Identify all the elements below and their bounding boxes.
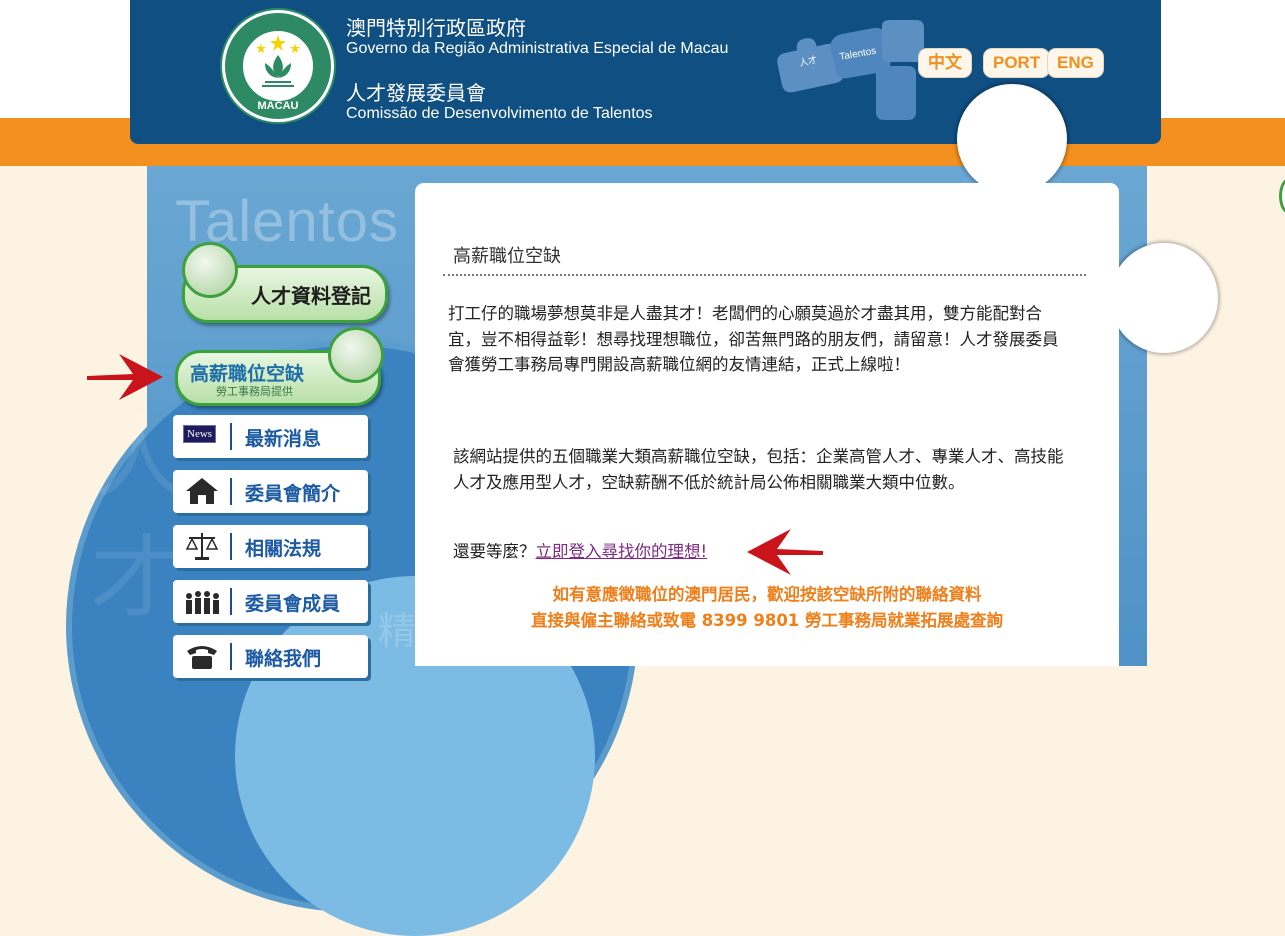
title-divider (443, 274, 1086, 276)
high-salary-jobs-label: 高薪職位空缺 (190, 363, 305, 385)
commission-name-zh: 人才發展委員會 (346, 81, 486, 105)
macau-emblem-logo[interactable]: MACAU (222, 10, 334, 122)
phone-icon (187, 646, 217, 669)
puzzle-pieces-icon: 人才 Talentos (777, 20, 924, 120)
nav-separator (230, 423, 232, 450)
nav-about-label: 委員會簡介 (245, 483, 341, 505)
lang-button-pt[interactable]: PORT (983, 48, 1051, 78)
people-icon (186, 591, 219, 614)
nav-contact[interactable]: 聯絡我們 (173, 635, 368, 678)
job-site-link[interactable]: 立即登入尋找你的理想! (536, 542, 708, 561)
intro-paragraph: 打工仔的職場夢想莫非是人盡其才！老闆們的心願莫過於才盡其用，雙方能配對合宜，豈不… (448, 304, 1059, 374)
watermark-char: 精 (378, 609, 417, 653)
main-content-panel: 高薪職位空缺 打工仔的職場夢想莫非是人盡其才！老闆們的心願莫過於才盡其用，雙方能… (415, 183, 1119, 666)
watermark-char: 人 (95, 406, 185, 511)
page-title: 高薪職位空缺 (453, 246, 561, 267)
contact-notice-line2: 直接與僱主聯絡或致電 8399 9801 勞工事務局就業拓展處查詢 (530, 611, 1004, 630)
high-salary-jobs-button[interactable]: 高薪職位空缺 勞工事務局提供 (175, 327, 384, 406)
government-name-zh: 澳門特別行政區政府 (346, 16, 526, 40)
red-arrow-icon (87, 354, 163, 400)
scales-icon (185, 533, 219, 560)
nav-contact-label: 聯絡我們 (245, 648, 322, 670)
nav-news[interactable]: News 最新消息 (173, 415, 368, 458)
call-to-action: 還要等麼？立即登入尋找你的理想! (453, 539, 707, 565)
nav-regulations[interactable]: 相關法規 (173, 525, 368, 568)
decorative-white-circle (957, 84, 1067, 194)
nav-separator (230, 533, 232, 560)
nav-members[interactable]: 委員會成員 (173, 580, 368, 623)
talent-registration-button[interactable]: 人才資料登記 (182, 242, 388, 323)
home-icon (186, 478, 218, 504)
people-icon (328, 327, 384, 383)
government-name-pt: Governo da Região Administrativa Especia… (346, 40, 729, 57)
svg-text:MACAU: MACAU (258, 100, 299, 112)
contact-notice-line1: 如有意應徵職位的澳門居民，歡迎按該空缺所附的聯絡資料 (552, 585, 982, 604)
watermark-char: 才 (90, 526, 180, 631)
nav-news-label: 最新消息 (245, 428, 322, 450)
decorative-white-circle (1110, 243, 1218, 353)
talent-registration-label: 人才資料登記 (251, 284, 371, 308)
prompt-text: 還要等麼？ (453, 542, 536, 561)
nav-separator (230, 588, 232, 615)
commission-name-pt: Comissão de Desenvolvimento de Talentos (346, 105, 653, 122)
nav-regulations-label: 相關法規 (245, 538, 322, 560)
lang-button-en[interactable]: ENG (1047, 48, 1104, 78)
lang-button-zh[interactable]: 中文 (918, 48, 972, 78)
decorative-green-ring (1279, 178, 1285, 214)
nav-separator (230, 478, 232, 505)
news-icon: News (183, 425, 217, 443)
red-arrow-icon (747, 529, 823, 575)
description-paragraph: 該網站提供的五個職業大類高薪職位空缺，包括：企業高管人才、專業人才、高技能人才及… (453, 447, 1064, 492)
people-icon (182, 242, 238, 298)
nav-about[interactable]: 委員會簡介 (173, 470, 368, 513)
nav-members-label: 委員會成員 (245, 593, 341, 615)
high-salary-jobs-provider: 勞工事務局提供 (216, 385, 293, 398)
